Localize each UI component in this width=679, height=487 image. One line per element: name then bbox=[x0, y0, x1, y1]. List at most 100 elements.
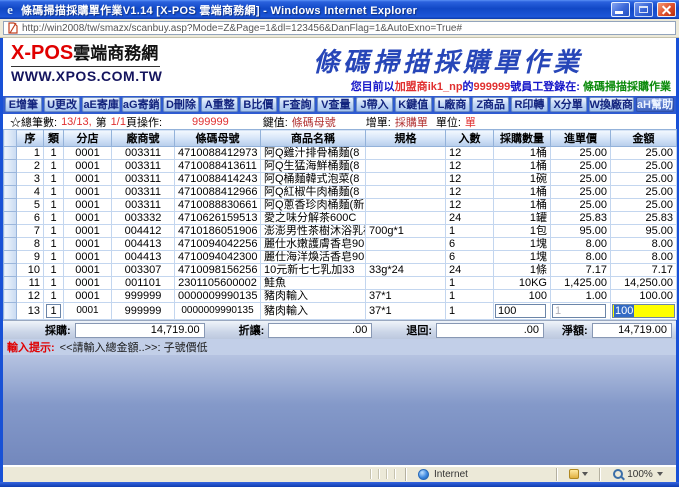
row-selector[interactable] bbox=[4, 225, 17, 238]
row-selector[interactable] bbox=[4, 186, 17, 199]
cell-name: 澎澎男性茶樹沐浴乳補 bbox=[261, 225, 366, 238]
row-selector[interactable] bbox=[4, 160, 17, 173]
key-value-button[interactable]: K鍵值 bbox=[395, 97, 432, 112]
header-purchase-qty: 採購數量 bbox=[494, 130, 551, 147]
row-selector[interactable] bbox=[4, 264, 17, 277]
key-label: 鍵值: bbox=[263, 114, 288, 130]
row-selector-header bbox=[4, 130, 17, 147]
help-button[interactable]: aH幫助 bbox=[636, 97, 674, 112]
purchase-qty-input[interactable] bbox=[495, 304, 546, 318]
cell-store: 0001 bbox=[64, 290, 112, 303]
cell-qty-in: 1 bbox=[446, 303, 494, 320]
cell-barcode: 4710088412966 bbox=[175, 186, 261, 199]
cell-purchase-qty: 1桶 bbox=[494, 160, 551, 173]
cell-amount: 8.00 bbox=[611, 251, 677, 264]
globe-icon bbox=[418, 469, 429, 480]
amount-input[interactable]: 100 bbox=[612, 304, 675, 318]
row-selector[interactable] bbox=[4, 290, 17, 303]
cell-amount: 25.00 bbox=[611, 186, 677, 199]
cell-vendor: 003307 bbox=[112, 264, 175, 277]
query-button[interactable]: F查詢 bbox=[279, 97, 316, 112]
cell-class: 1 bbox=[44, 160, 64, 173]
cell-purchase-qty: 1桶 bbox=[494, 199, 551, 212]
cell-amount: 25.00 bbox=[611, 173, 677, 186]
browser-window: e 條碼掃描採購單作業V1.14 [X-POS 雲端商務網] - Windows… bbox=[0, 0, 679, 487]
cell-seq: 10 bbox=[17, 264, 44, 277]
table-header-row: 序 類 分店 廠商號 條碼母號 商品名稱 規格 入數 採購數量 進單價 金額 bbox=[4, 130, 677, 147]
class-input[interactable] bbox=[46, 304, 61, 318]
cell-barcode: 4710186051906 bbox=[175, 225, 261, 238]
row-selector[interactable] bbox=[4, 251, 17, 264]
table-rows: 1 1 0001 003311 4710088412973 阿Q雞汁排骨桶麵(8… bbox=[4, 147, 677, 303]
header-qty-in: 入數 bbox=[446, 130, 494, 147]
send-sale-button[interactable]: aG寄銷 bbox=[122, 97, 161, 112]
row-selector[interactable] bbox=[4, 277, 17, 290]
update-button[interactable]: U更改 bbox=[44, 97, 81, 112]
cell-seq: 6 bbox=[17, 212, 44, 225]
cell-name: 阿Q生猛海鮮桶麵(8 bbox=[261, 160, 366, 173]
cell-class: 1 bbox=[44, 186, 64, 199]
table-row: 7 1 0001 004412 4710186051906 澎澎男性茶樹沐浴乳補… bbox=[4, 225, 677, 238]
login-franchise-id: ik1_np bbox=[428, 81, 463, 93]
vendor-button[interactable]: L廠商 bbox=[434, 97, 471, 112]
toolbar: E增筆 U更改 aE寄庫 aG寄銷 D刪除 A重整 B比價 F查詢 V查量 J帶… bbox=[3, 96, 676, 114]
input-row: 13 0001 999999 0000009990135 豬肉輸入 37*1 1… bbox=[4, 303, 677, 320]
table-row: 2 1 0001 003311 4710088413611 阿Q生猛海鮮桶麵(8… bbox=[4, 160, 677, 173]
row-selector[interactable] bbox=[4, 147, 17, 160]
cell-vendor: 003332 bbox=[112, 212, 175, 225]
compare-price-button[interactable]: B比價 bbox=[240, 97, 277, 112]
row-selector[interactable] bbox=[4, 173, 17, 186]
cell-class: 1 bbox=[44, 264, 64, 277]
row-selector[interactable] bbox=[4, 212, 17, 225]
ie-icon: e bbox=[3, 3, 17, 17]
print-transfer-button[interactable]: R印轉 bbox=[511, 97, 548, 112]
address-input[interactable]: http://win2008/tw/smazx/scanbuy.asp?Mode… bbox=[3, 21, 676, 35]
cell-qty-in: 12 bbox=[446, 186, 494, 199]
cell-spec bbox=[366, 186, 446, 199]
add-row-button[interactable]: E增筆 bbox=[5, 97, 42, 112]
product-button[interactable]: Z商品 bbox=[472, 97, 509, 112]
maximize-button[interactable] bbox=[634, 2, 653, 17]
unit-price-input[interactable] bbox=[552, 304, 606, 318]
cell-store: 0001 bbox=[64, 264, 112, 277]
delete-button[interactable]: D刪除 bbox=[163, 97, 200, 112]
login-suffix: 號員工登錄在: bbox=[510, 81, 583, 93]
cell-store: 0001 bbox=[64, 147, 112, 160]
cell-spec: 33g*24 bbox=[366, 264, 446, 277]
browser-status-bar: Internet 100% bbox=[3, 465, 676, 482]
cell-amount: 25.83 bbox=[611, 212, 677, 225]
cell-class: 1 bbox=[44, 251, 64, 264]
operator-value: 999999 bbox=[192, 116, 229, 128]
send-stock-button[interactable]: aE寄庫 bbox=[82, 97, 119, 112]
cell-unit-price: 8.00 bbox=[551, 238, 611, 251]
totals-bar: 採購: 14,719.00 折讓: .00 退回: .00 淨額: 14,719… bbox=[3, 320, 676, 339]
page-label: 第 bbox=[96, 114, 107, 130]
change-vendor-button[interactable]: W換廠商 bbox=[589, 97, 634, 112]
unit-label: 單位: bbox=[436, 114, 461, 130]
split-order-button[interactable]: X分單 bbox=[550, 97, 587, 112]
row-selector[interactable] bbox=[4, 199, 17, 212]
cell-name: 阿Q紅椒牛肉桶麵(8 bbox=[261, 186, 366, 199]
zoom-control[interactable]: 100% bbox=[600, 466, 676, 482]
table-row: 12 1 0001 999999 0000009990135 豬肉輸入 37*1… bbox=[4, 290, 677, 303]
query-qty-button[interactable]: V查量 bbox=[317, 97, 354, 112]
total-count-label: ☆總筆數: bbox=[10, 114, 57, 130]
cell-spec: 700g*1 bbox=[366, 225, 446, 238]
import-button[interactable]: J帶入 bbox=[356, 97, 393, 112]
refresh-button[interactable]: A重整 bbox=[201, 97, 238, 112]
internet-zone[interactable]: Internet bbox=[406, 466, 556, 482]
cell-name: 10元新七七乳加33 bbox=[261, 264, 366, 277]
login-franchise-label: 加盟商 bbox=[395, 81, 428, 93]
table-row: 9 1 0001 004413 4710094042300 麗仕海洋煥活香皂90… bbox=[4, 251, 677, 264]
protected-mode-control[interactable] bbox=[557, 466, 599, 482]
minimize-button[interactable] bbox=[611, 2, 630, 17]
cell-qty-in: 1 bbox=[446, 225, 494, 238]
cell-name: 阿Q桶麵韓式泡菜(8 bbox=[261, 173, 366, 186]
cell-unit-price: 25.00 bbox=[551, 147, 611, 160]
row-selector[interactable] bbox=[4, 303, 17, 320]
close-button[interactable] bbox=[657, 2, 676, 17]
titlebar[interactable]: e 條碼掃描採購單作業V1.14 [X-POS 雲端商務網] - Windows… bbox=[0, 0, 679, 19]
row-selector[interactable] bbox=[4, 238, 17, 251]
cell-amount: 7.17 bbox=[611, 264, 677, 277]
cell-amount: 100 bbox=[611, 303, 677, 320]
